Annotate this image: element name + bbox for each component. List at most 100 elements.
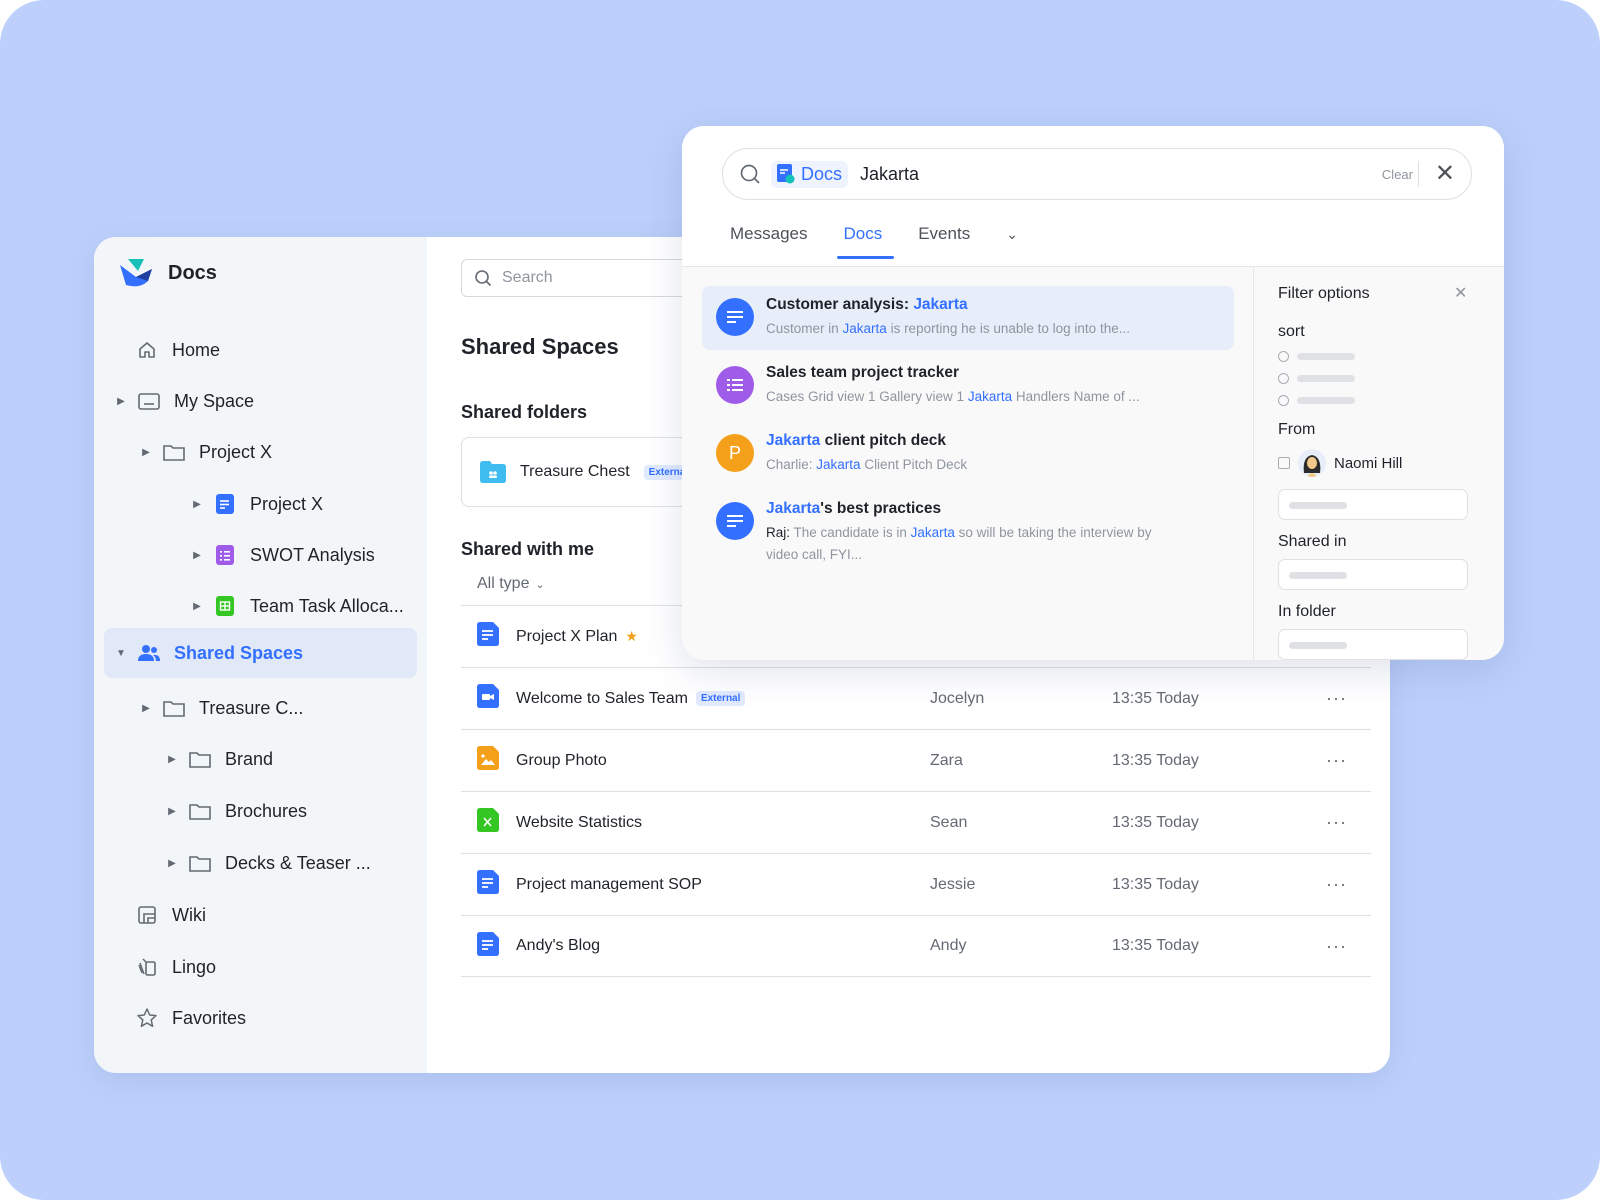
doc-avatar-icon [716, 298, 754, 336]
sidebar-item-my-space[interactable]: ▶ My Space [114, 376, 254, 426]
app-title: Docs [168, 261, 217, 284]
caret-down-icon[interactable]: ▼ [114, 648, 128, 659]
sidebar-item-label: Project X [199, 441, 273, 462]
sort-option-radio[interactable] [1278, 395, 1355, 406]
table-row[interactable]: Welcome to Sales Team External Jocelyn 13… [461, 667, 1371, 729]
scope-chip-docs[interactable]: Docs [771, 160, 849, 188]
sidebar-item-label: Team Task Alloca... [250, 595, 404, 616]
caret-right-icon[interactable]: ▶ [165, 858, 179, 869]
more-tabs-chevron-icon[interactable]: ⌄ [1006, 218, 1036, 258]
file-time: 13:35 Today [1112, 813, 1199, 831]
more-options-icon[interactable]: ··· [1326, 874, 1347, 895]
caret-right-icon[interactable]: ▶ [190, 550, 204, 561]
avatar [1298, 449, 1326, 477]
global-search-input[interactable]: Docs Jakarta Clear ✕ [722, 148, 1472, 200]
caret-right-icon[interactable]: ▶ [190, 499, 204, 510]
table-row[interactable]: Project management SOP Jessie 13:35 Toda… [461, 853, 1371, 915]
search-result[interactable]: Jakarta's best practices Raj: The candid… [702, 490, 1234, 574]
sidebar-item-favorites[interactable]: Favorites [136, 993, 246, 1043]
more-options-icon[interactable]: ··· [1326, 936, 1347, 957]
sidebar-item-brand[interactable]: ▶ Brand [165, 734, 273, 784]
file-time: 13:35 Today [1112, 751, 1199, 769]
app-logo: Docs [118, 257, 217, 289]
sort-option-radio[interactable] [1278, 351, 1355, 362]
sidebar-item-label: Lingo [172, 956, 217, 977]
sidebar-item-project-x-folder[interactable]: ▶ Project X [139, 427, 272, 477]
close-icon[interactable]: ✕ [1435, 162, 1455, 186]
caret-right-icon[interactable]: ▶ [139, 447, 153, 458]
from-person-option[interactable]: Naomi Hill [1278, 449, 1402, 477]
file-owner: Zara [930, 751, 963, 769]
search-result[interactable]: P Jakarta client pitch deck Charlie: Jak… [702, 422, 1234, 486]
sidebar-item-wiki[interactable]: Wiki [136, 890, 206, 940]
divider [1418, 161, 1419, 187]
lingo-icon [136, 956, 158, 978]
tab-events[interactable]: Events [918, 218, 988, 258]
more-options-icon[interactable]: ··· [1326, 812, 1347, 833]
type-filter-dropdown[interactable]: All type ⌄ [477, 575, 545, 593]
search-results: Customer analysis: Jakarta Customer in J… [702, 286, 1234, 578]
image-file-icon [477, 746, 499, 775]
caret-right-icon[interactable]: ▶ [139, 703, 153, 714]
sidebar-item-shared-spaces[interactable]: ▼ Shared Spaces [104, 628, 417, 678]
from-input[interactable] [1278, 489, 1468, 520]
more-options-icon[interactable]: ··· [1326, 750, 1347, 771]
sort-option-radio[interactable] [1278, 373, 1355, 384]
in-folder-input[interactable] [1278, 629, 1468, 660]
result-snippet: Raj: The candidate is in Jakarta so will… [766, 525, 1152, 562]
sidebar-item-treasure[interactable]: ▶ Treasure C... [139, 683, 303, 733]
sidebar-item-lingo[interactable]: Lingo [136, 942, 216, 992]
shared-folders-heading: Shared folders [461, 402, 588, 422]
file-name: Welcome to Sales Team [516, 689, 688, 707]
search-result[interactable]: Customer analysis: Jakarta Customer in J… [702, 286, 1234, 350]
star-filled-icon: ★ [625, 628, 638, 644]
file-owner: Andy [930, 937, 967, 954]
search-icon [740, 164, 760, 184]
clear-button[interactable]: Clear [1382, 167, 1413, 182]
shared-in-input[interactable] [1278, 559, 1468, 590]
video-file-icon [477, 684, 499, 713]
shared-folder-icon [480, 461, 506, 483]
sidebar-item-label: Decks & Teaser ... [225, 852, 371, 873]
sidebar-item-home[interactable]: Home [136, 325, 220, 375]
sidebar-item-label: Wiki [172, 904, 206, 925]
sidebar-item-brochures[interactable]: ▶ Brochures [165, 786, 307, 836]
more-options-icon[interactable]: ··· [1326, 688, 1347, 709]
file-owner: Jessie [930, 875, 976, 893]
doc-avatar-icon [716, 502, 754, 540]
sidebar-item-project-x-doc[interactable]: ▶ Project X [190, 479, 323, 529]
table-row[interactable]: Andy's Blog Andy 13:35 Today ··· [461, 915, 1371, 977]
search-result[interactable]: Sales team project tracker Cases Grid vi… [702, 354, 1234, 418]
caret-right-icon[interactable]: ▶ [114, 396, 128, 407]
sidebar-item-decks[interactable]: ▶ Decks & Teaser ... [165, 838, 371, 888]
page-title: Shared Spaces [461, 334, 619, 359]
sidebar-item-label: Home [172, 339, 221, 360]
table-row[interactable]: Website Statistics Sean 13:35 Today ··· [461, 791, 1371, 853]
table-row[interactable]: Group Photo Zara 13:35 Today ··· [461, 729, 1371, 791]
sidebar-item-swot[interactable]: ▶ SWOT Analysis [190, 530, 375, 580]
folder-icon [163, 697, 185, 719]
result-snippet: Charlie: Jakarta Client Pitch Deck [766, 457, 968, 472]
sidebar-item-label: Shared Spaces [174, 642, 304, 663]
filter-title: Filter options [1278, 285, 1370, 302]
list-doc-icon [214, 544, 236, 566]
tab-messages[interactable]: Messages [730, 218, 825, 258]
docs-scope-icon [777, 164, 795, 184]
sidebar-item-label: Brand [225, 748, 274, 769]
caret-right-icon[interactable]: ▶ [165, 806, 179, 817]
caret-right-icon[interactable]: ▶ [165, 754, 179, 765]
people-icon [138, 642, 160, 664]
doc-icon [477, 931, 499, 961]
search-icon [475, 270, 492, 287]
from-person-name: Naomi Hill [1334, 454, 1403, 472]
checkbox[interactable] [1278, 457, 1290, 469]
sidebar-item-label: Project X [250, 493, 324, 514]
close-filter-icon[interactable]: ✕ [1454, 283, 1467, 303]
excel-file-icon [477, 808, 499, 837]
sidebar-item-label: SWOT Analysis [250, 544, 375, 565]
sidebar-item-team-task[interactable]: ▶ Team Task Alloca... [190, 581, 404, 631]
file-name: Website Statistics [516, 813, 642, 831]
file-name: Project X Plan [516, 627, 618, 645]
tab-docs[interactable]: Docs [837, 218, 900, 259]
caret-right-icon[interactable]: ▶ [190, 601, 204, 612]
